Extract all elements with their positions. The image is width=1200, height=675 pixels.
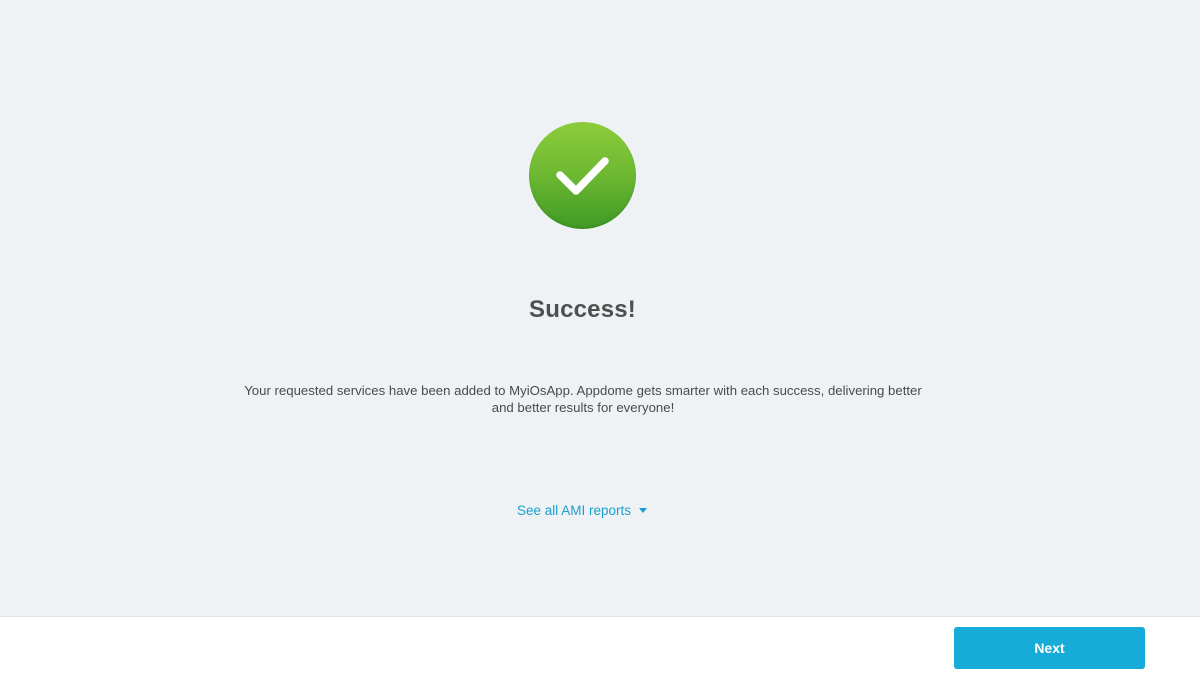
caret-down-icon: [639, 507, 648, 513]
success-panel: Success! Your requested services have be…: [0, 0, 1200, 616]
page-title: Success!: [529, 296, 636, 323]
check-circle-icon: [529, 122, 636, 229]
see-all-reports-link[interactable]: See all AMI reports: [517, 503, 648, 518]
footer-bar: Next: [0, 616, 1200, 675]
see-all-reports-label: See all AMI reports: [517, 503, 632, 518]
next-button[interactable]: Next: [954, 627, 1145, 669]
success-message: Your requested services have been added …: [244, 383, 922, 415]
